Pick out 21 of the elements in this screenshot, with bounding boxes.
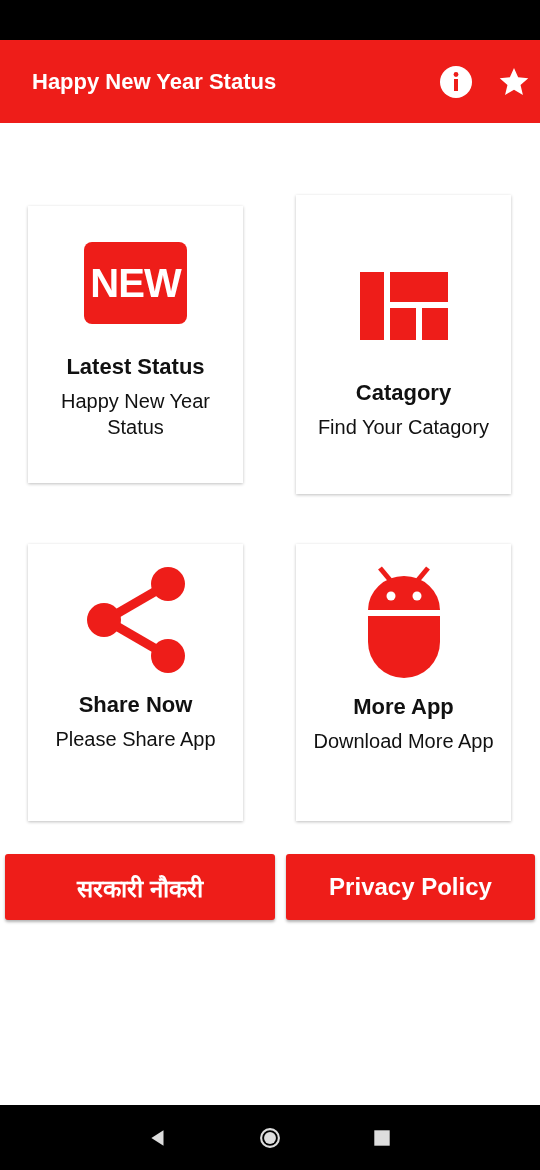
card-title: Share Now	[78, 692, 193, 718]
app-title: Happy New Year Status	[32, 68, 278, 95]
new-icon: NEW	[84, 242, 187, 324]
layout-icon	[359, 272, 448, 340]
action-button[interactable]: सरकारी नौकरी	[5, 854, 275, 920]
info-icon[interactable]	[440, 65, 472, 98]
share-icon	[85, 566, 186, 674]
menu-card[interactable]: More App Download More App	[296, 544, 511, 821]
card-title: More App	[353, 694, 454, 720]
card-subtitle: Download More App	[313, 729, 494, 754]
menu-card[interactable]: Share Now Please Share App	[28, 544, 243, 821]
action-button[interactable]: Privacy Policy	[286, 854, 535, 920]
card-subtitle: Happy New Year Status	[60, 389, 211, 440]
card-title: Latest Status	[66, 354, 205, 380]
card-title: Catagory	[355, 380, 452, 406]
card-subtitle: Please Share App	[55, 727, 216, 752]
home-icon[interactable]	[259, 1126, 281, 1149]
card-subtitle: Find Your Catagory	[317, 415, 490, 440]
robot-icon	[365, 566, 442, 678]
menu-card[interactable]: Catagory Find Your Catagory	[296, 195, 511, 494]
menu-card[interactable]: NEW Latest Status Happy New Year Status	[28, 206, 243, 483]
